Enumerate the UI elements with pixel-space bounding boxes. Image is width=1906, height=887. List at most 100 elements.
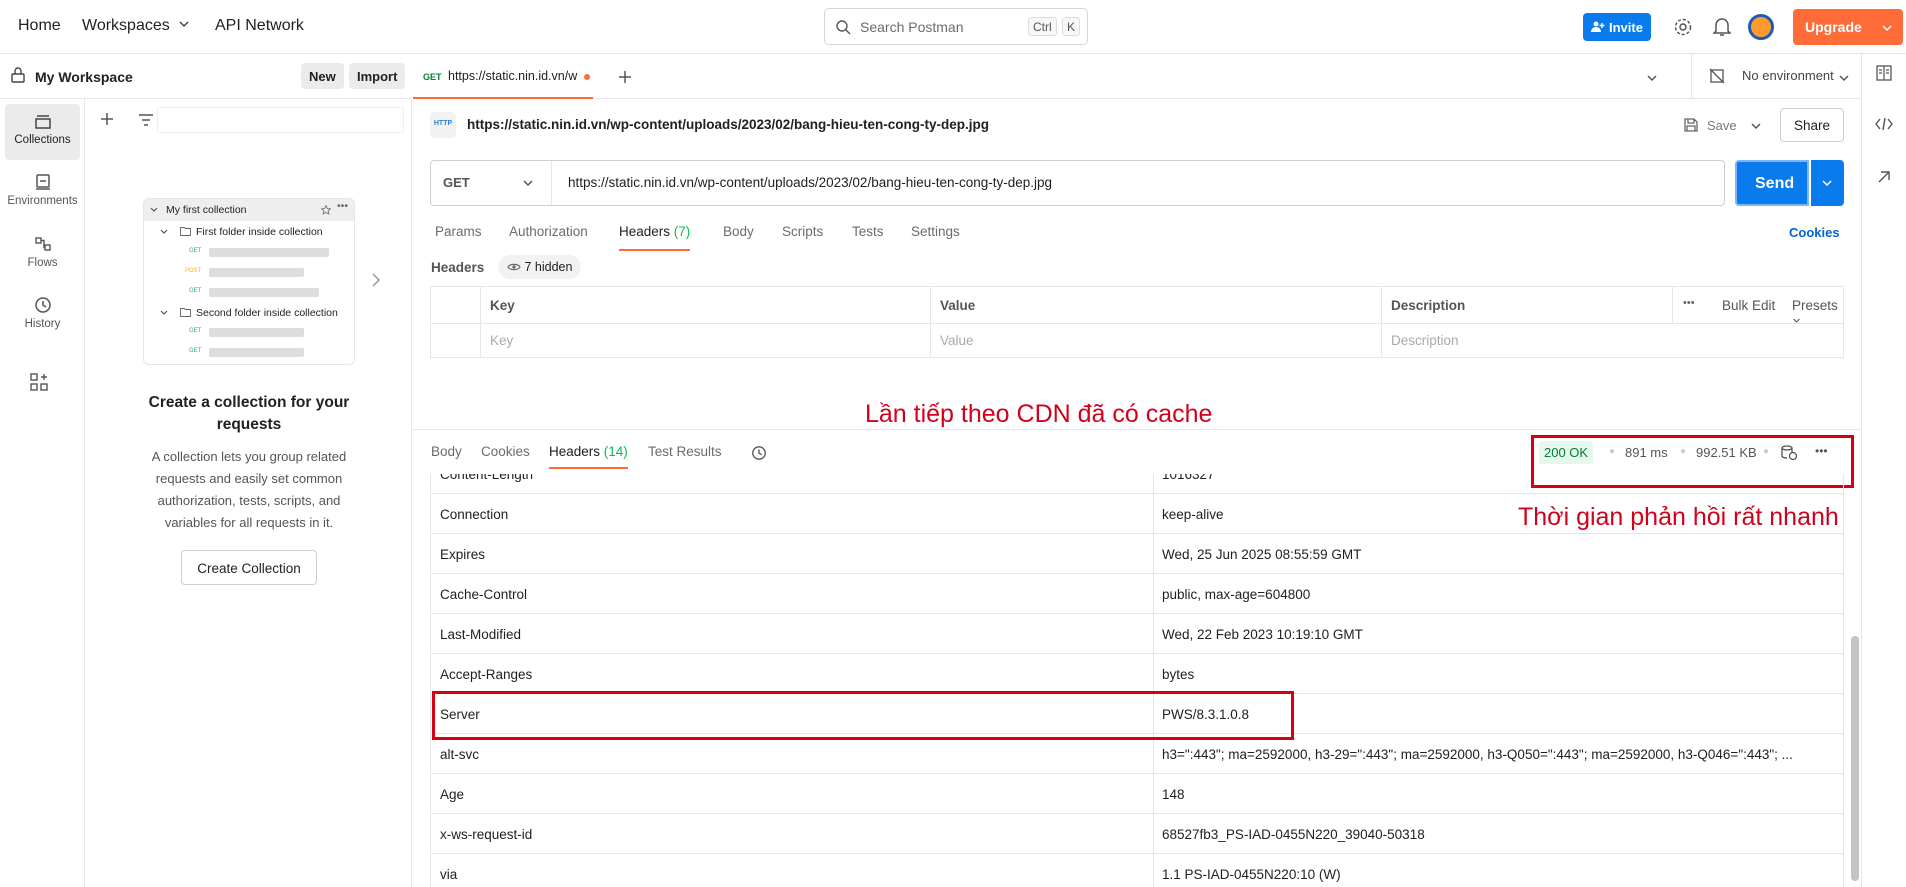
new-button[interactable]: New	[301, 63, 344, 89]
collection-search-input[interactable]	[157, 107, 404, 133]
tab-tests[interactable]: Tests	[852, 224, 884, 239]
pane-divider[interactable]	[413, 429, 1861, 430]
new-tab-plus-icon[interactable]	[618, 70, 632, 84]
save-button[interactable]: Save	[1707, 118, 1737, 133]
more-icon[interactable]: •••	[1683, 297, 1695, 309]
chevron-down-icon	[523, 180, 533, 187]
tab-settings[interactable]: Settings	[911, 224, 960, 239]
resp-headers-count: (14)	[603, 444, 628, 459]
send-button[interactable]: Send	[1735, 160, 1809, 206]
header-key: via	[440, 867, 458, 882]
col-description: Description	[1391, 298, 1466, 313]
key-input[interactable]: Key	[490, 333, 513, 348]
invite-button[interactable]: Invite	[1583, 13, 1651, 41]
tab-headers-label: Headers	[619, 224, 671, 239]
url-input[interactable]: https://static.nin.id.vn/wp-content/uplo…	[568, 175, 1052, 190]
rail-collections[interactable]: Collections	[5, 104, 80, 160]
tab-request[interactable]: GET https://static.nin.id.vn/w	[413, 54, 593, 99]
header-value: keep-alive	[1162, 507, 1224, 522]
chevron-right-icon[interactable]	[371, 272, 381, 288]
resp-tab-test-results[interactable]: Test Results	[648, 444, 722, 459]
right-rail	[1861, 54, 1906, 887]
unsaved-dot-icon	[583, 73, 590, 80]
apps-icon[interactable]	[30, 373, 48, 391]
search-placeholder: Search Postman	[860, 19, 964, 35]
folder-icon	[180, 227, 191, 236]
headers-table: Key Value Description ••• Bulk Edit Pres…	[430, 286, 1844, 358]
presets-button[interactable]: Presets	[1792, 298, 1843, 328]
search-input[interactable]: Search Postman Ctrl K	[824, 8, 1088, 45]
table-row: Age 148	[431, 774, 1843, 814]
description-input[interactable]: Description	[1391, 333, 1459, 348]
preview-method-get: GET	[189, 288, 202, 294]
rail-label: Collections	[14, 134, 71, 146]
rail-environments[interactable]: Environments	[5, 165, 80, 221]
create-collection-button[interactable]: Create Collection	[181, 550, 317, 585]
history-icon[interactable]	[751, 445, 767, 461]
lock-icon	[11, 67, 25, 83]
related-icon[interactable]	[1876, 169, 1892, 185]
header-key: x-ws-request-id	[440, 827, 533, 842]
chevron-down-icon	[160, 310, 168, 315]
rail-label: History	[24, 318, 61, 330]
hidden-headers-toggle[interactable]: 7 hidden	[498, 255, 582, 279]
main-area: GET https://static.nin.id.vn/w No enviro…	[413, 54, 1861, 887]
avatar[interactable]	[1748, 14, 1774, 40]
cookies-link[interactable]: Cookies	[1789, 225, 1840, 240]
preview-folder-1: First folder inside collection	[196, 226, 323, 238]
send-options-button[interactable]	[1811, 160, 1844, 206]
header-value: 148	[1162, 787, 1185, 802]
top-bar: Home Workspaces API Network Search Postm…	[0, 0, 1906, 54]
method-select[interactable]: GET	[431, 161, 552, 205]
scrollbar[interactable]	[1849, 474, 1861, 887]
header-key: Content-Length	[440, 474, 534, 482]
gear-icon[interactable]	[1673, 17, 1693, 37]
scrollbar-thumb[interactable]	[1851, 636, 1859, 881]
nav-workspaces[interactable]: Workspaces	[82, 17, 190, 35]
header-key: Connection	[440, 507, 509, 522]
bell-icon[interactable]	[1713, 17, 1731, 37]
environment-select[interactable]: No environment	[1691, 54, 1861, 99]
resp-tab-body[interactable]: Body	[431, 444, 462, 459]
header-value: 68527fb3_PS-IAD-0455N220_39040-50318	[1162, 827, 1425, 842]
header-value: Wed, 25 Jun 2025 08:55:59 GMT	[1162, 547, 1362, 562]
upgrade-label: Upgrade	[1805, 19, 1862, 35]
rail-history[interactable]: History	[5, 288, 80, 344]
preview-method-get: GET	[189, 348, 202, 354]
headers-section-label: Headers	[431, 260, 485, 275]
filter-icon[interactable]	[138, 113, 154, 127]
tab-body[interactable]: Body	[723, 224, 754, 239]
tab-headers[interactable]: Headers (7)	[619, 224, 691, 251]
share-button[interactable]: Share	[1780, 108, 1844, 142]
tab-authorization[interactable]: Authorization	[509, 224, 588, 239]
environments-icon	[35, 174, 50, 190]
resp-tab-headers[interactable]: Headers (14)	[549, 444, 628, 469]
value-input[interactable]: Value	[940, 333, 974, 348]
import-button[interactable]: Import	[349, 63, 406, 89]
rail-flows[interactable]: Flows	[5, 227, 80, 283]
chevron-down-icon[interactable]	[1646, 72, 1658, 84]
http-icon: HTTP	[430, 112, 456, 138]
request-title[interactable]: https://static.nin.id.vn/wp-content/uplo…	[467, 117, 989, 132]
upgrade-button[interactable]: Upgrade	[1793, 9, 1903, 45]
bulk-edit-button[interactable]: Bulk Edit	[1722, 298, 1775, 313]
header-value: 1016327	[1162, 474, 1215, 482]
header-key: Expires	[440, 547, 486, 562]
kbd-ctrl: Ctrl	[1028, 17, 1057, 36]
flows-icon	[34, 237, 51, 251]
url-bar: GET https://static.nin.id.vn/wp-content/…	[430, 160, 1725, 206]
code-icon[interactable]	[1875, 117, 1893, 131]
resp-tab-cookies[interactable]: Cookies	[481, 444, 530, 459]
nav-home[interactable]: Home	[18, 17, 61, 35]
chevron-down-icon[interactable]	[1750, 120, 1762, 132]
plus-icon[interactable]	[100, 112, 114, 126]
nav-api-network[interactable]: API Network	[215, 17, 304, 35]
collections-icon	[34, 115, 51, 129]
header-key: alt-svc	[440, 747, 480, 762]
header-key: Accept-Ranges	[440, 667, 533, 682]
empty-description: A collection lets you group related requ…	[151, 449, 347, 530]
response-headers-table: Content-Length 1016327 Connection keep-ali…	[430, 474, 1844, 887]
tab-scripts[interactable]: Scripts	[782, 224, 823, 239]
tab-params[interactable]: Params	[435, 224, 482, 239]
col-value: Value	[940, 298, 976, 313]
